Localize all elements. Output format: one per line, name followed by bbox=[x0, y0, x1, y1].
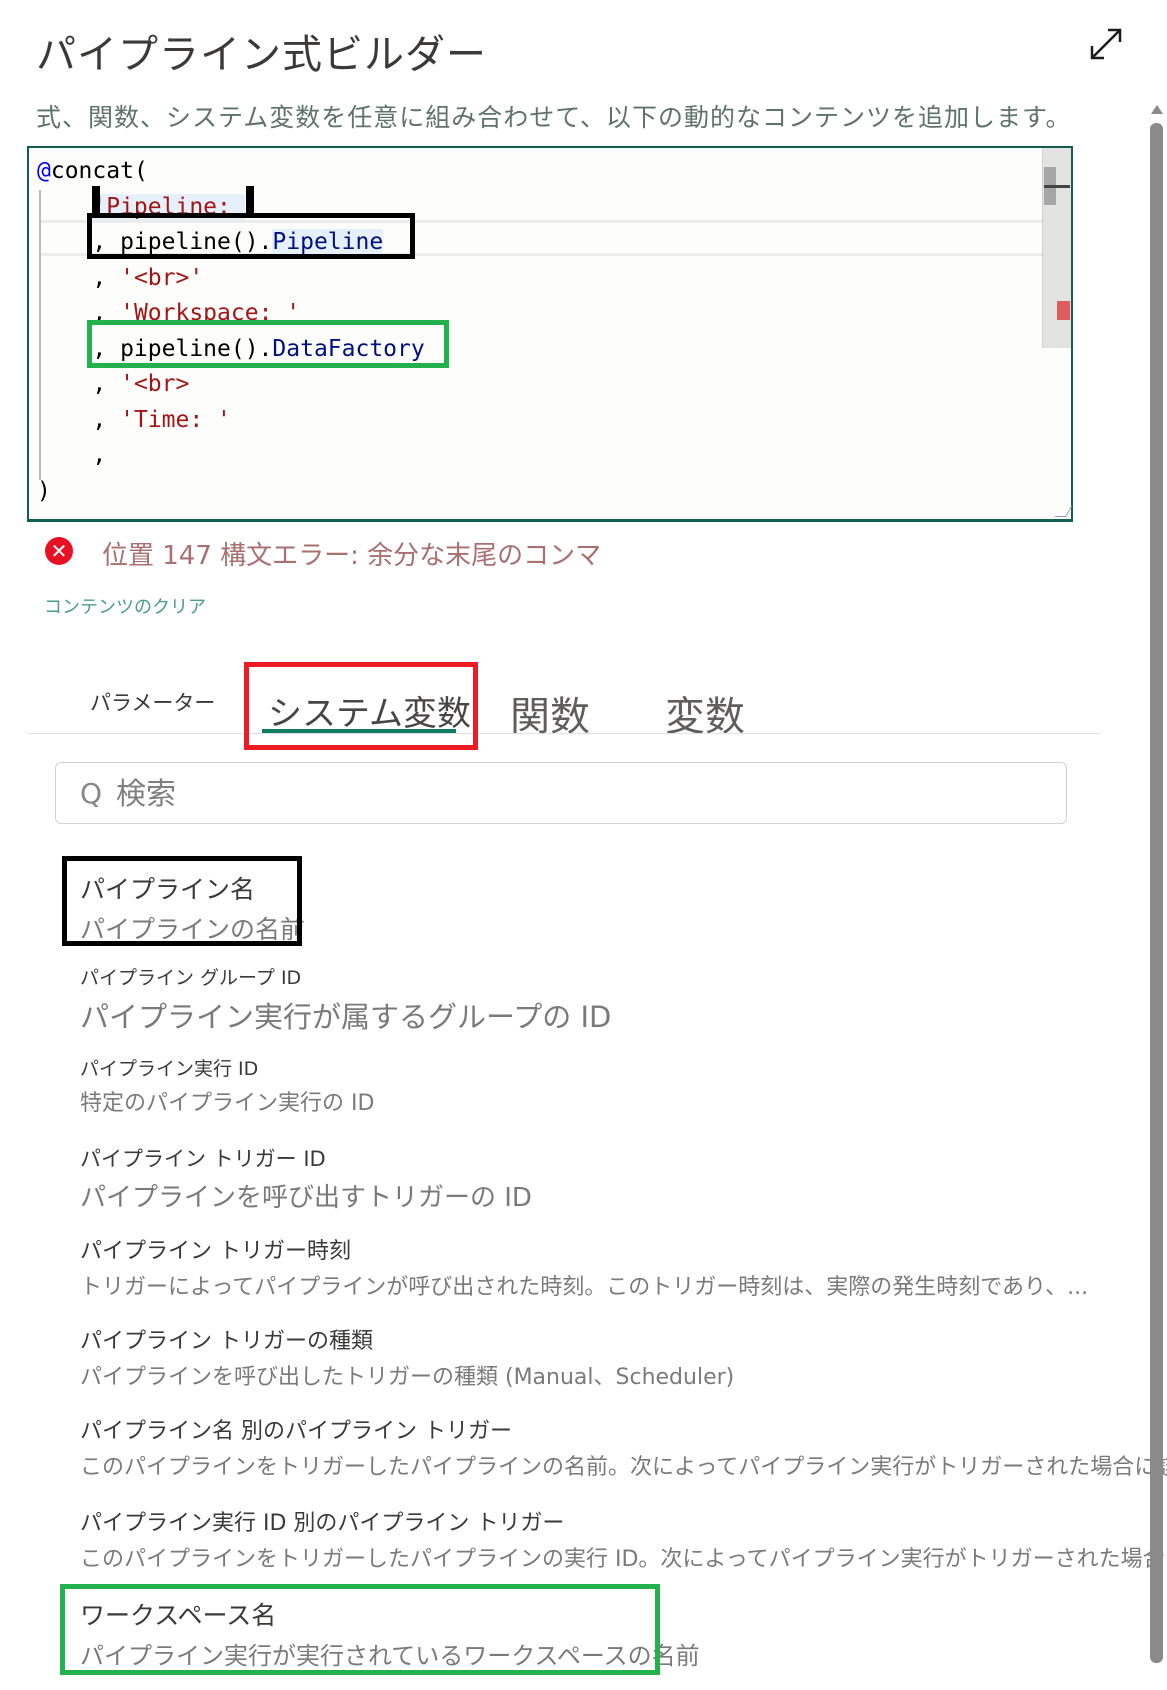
system-variable-name: パイプライン名 別のパイプライン トリガー bbox=[80, 1419, 512, 1444]
error-marker bbox=[1057, 301, 1070, 320]
annotation-box-pipeline bbox=[87, 213, 415, 259]
system-variable-name: パイプライン トリガー時刻 bbox=[80, 1239, 351, 1264]
code-token: '<br>' bbox=[120, 264, 204, 291]
search-input[interactable] bbox=[114, 771, 1018, 817]
code-token: , bbox=[37, 264, 121, 291]
code-token: , bbox=[37, 406, 121, 433]
page-scrollbar[interactable] bbox=[1150, 105, 1164, 1690]
code-token: , bbox=[37, 442, 107, 468]
annotation-bracket-right bbox=[246, 186, 254, 214]
search-box[interactable]: Q bbox=[55, 762, 1067, 824]
code-token: , bbox=[37, 371, 121, 397]
system-variable-description: パイプラインを呼び出すトリガーの ID bbox=[80, 1183, 532, 1213]
editor-scrollbar[interactable] bbox=[1042, 148, 1071, 348]
expand-icon[interactable] bbox=[1086, 24, 1126, 64]
system-variable-item[interactable]: パイプライン トリガー ID パイプラインを呼び出すトリガーの ID bbox=[80, 1143, 532, 1214]
system-variable-name: パイプライン トリガーの種類 bbox=[80, 1329, 373, 1354]
system-variable-name: パイプライン実行 ID bbox=[80, 1058, 259, 1080]
code-line[interactable]: ) bbox=[37, 474, 425, 510]
description-text: 式、関数、システム変数を任意に組み合わせて、以下の動的なコンテンツを追加します。 bbox=[36, 103, 1072, 132]
page-title: パイプライン式ビルダー bbox=[36, 32, 487, 78]
system-variable-item[interactable]: パイプライン実行 ID 別のパイプライン トリガーこのパイプラインをトリガーした… bbox=[80, 1505, 1167, 1573]
system-variable-description: このパイプラインをトリガーしたパイプラインの実行 ID。次によってパイプライン実… bbox=[80, 1547, 1167, 1572]
system-variable-name: パイプライン トリガー ID bbox=[80, 1147, 326, 1171]
code-line[interactable]: , bbox=[37, 438, 425, 474]
code-line[interactable]: , '<br> bbox=[37, 367, 425, 403]
system-variable-item[interactable]: パイプライン トリガー時刻トリガーによってパイプラインが呼び出された時刻。このト… bbox=[80, 1233, 1088, 1301]
resize-handle[interactable] bbox=[1054, 506, 1073, 517]
code-line[interactable]: , '<br>' bbox=[37, 261, 425, 297]
code-token: ) bbox=[37, 477, 51, 504]
code-token: concat( bbox=[50, 158, 148, 184]
annotation-box-datafactory bbox=[87, 320, 449, 368]
system-variable-description: このパイプラインをトリガーしたパイプラインの名前。次によってパイプライン実行がト… bbox=[80, 1455, 1167, 1480]
system-variable-item[interactable]: パイプライン名 別のパイプライン トリガーこのパイプラインをトリガーしたパイプラ… bbox=[80, 1413, 1167, 1481]
system-variable-item[interactable]: パイプライン グループ ID パイプライン実行が属するグループの ID bbox=[80, 963, 611, 1036]
annotation-bracket-left bbox=[92, 186, 100, 214]
error-message: 位置 147 構文エラー: 余分な末尾のコンマ bbox=[102, 541, 602, 571]
system-variable-item[interactable]: パイプライン実行 ID 特定のパイプライン実行の ID bbox=[80, 1054, 374, 1117]
error-icon: ✕ bbox=[45, 537, 73, 565]
clear-contents-link[interactable]: コンテンツのクリア bbox=[44, 593, 206, 619]
code-token: 'Time: ' bbox=[120, 406, 231, 433]
code-token: '<br> bbox=[120, 371, 190, 397]
code-line[interactable]: @concat( bbox=[37, 154, 425, 190]
system-variable-item[interactable]: パイプライン トリガーの種類パイプラインを呼び出したトリガーの種類 (Manua… bbox=[80, 1323, 734, 1391]
system-variable-name: パイプライン グループ ID bbox=[80, 967, 302, 989]
scroll-up-icon[interactable] bbox=[1151, 105, 1163, 114]
cursor-marker bbox=[1044, 185, 1070, 188]
code-line[interactable]: , 'Time: ' bbox=[37, 403, 425, 439]
annotation-box-workspace-name bbox=[60, 1584, 660, 1675]
code-token: @ bbox=[37, 158, 51, 184]
system-variable-description: トリガーによってパイプラインが呼び出された時刻。このトリガー時刻は、実際の発生時… bbox=[80, 1275, 1089, 1300]
search-icon: Q bbox=[80, 777, 103, 810]
system-variable-description: 特定のパイプライン実行の ID bbox=[80, 1091, 375, 1116]
annotation-box-system-variables-tab bbox=[244, 662, 478, 750]
system-variable-name: パイプライン実行 ID 別のパイプライン トリガー bbox=[80, 1511, 565, 1536]
tab-parameters[interactable]: パラメーター bbox=[90, 687, 215, 717]
annotation-box-pipeline-name bbox=[62, 856, 302, 946]
page-scrollbar-thumb[interactable] bbox=[1150, 123, 1163, 1663]
system-variable-description: パイプラインを呼び出したトリガーの種類 (Manual、Scheduler) bbox=[80, 1365, 735, 1390]
tabs-divider bbox=[27, 733, 1100, 734]
system-variable-description: パイプライン実行が属するグループの ID bbox=[80, 1000, 612, 1034]
